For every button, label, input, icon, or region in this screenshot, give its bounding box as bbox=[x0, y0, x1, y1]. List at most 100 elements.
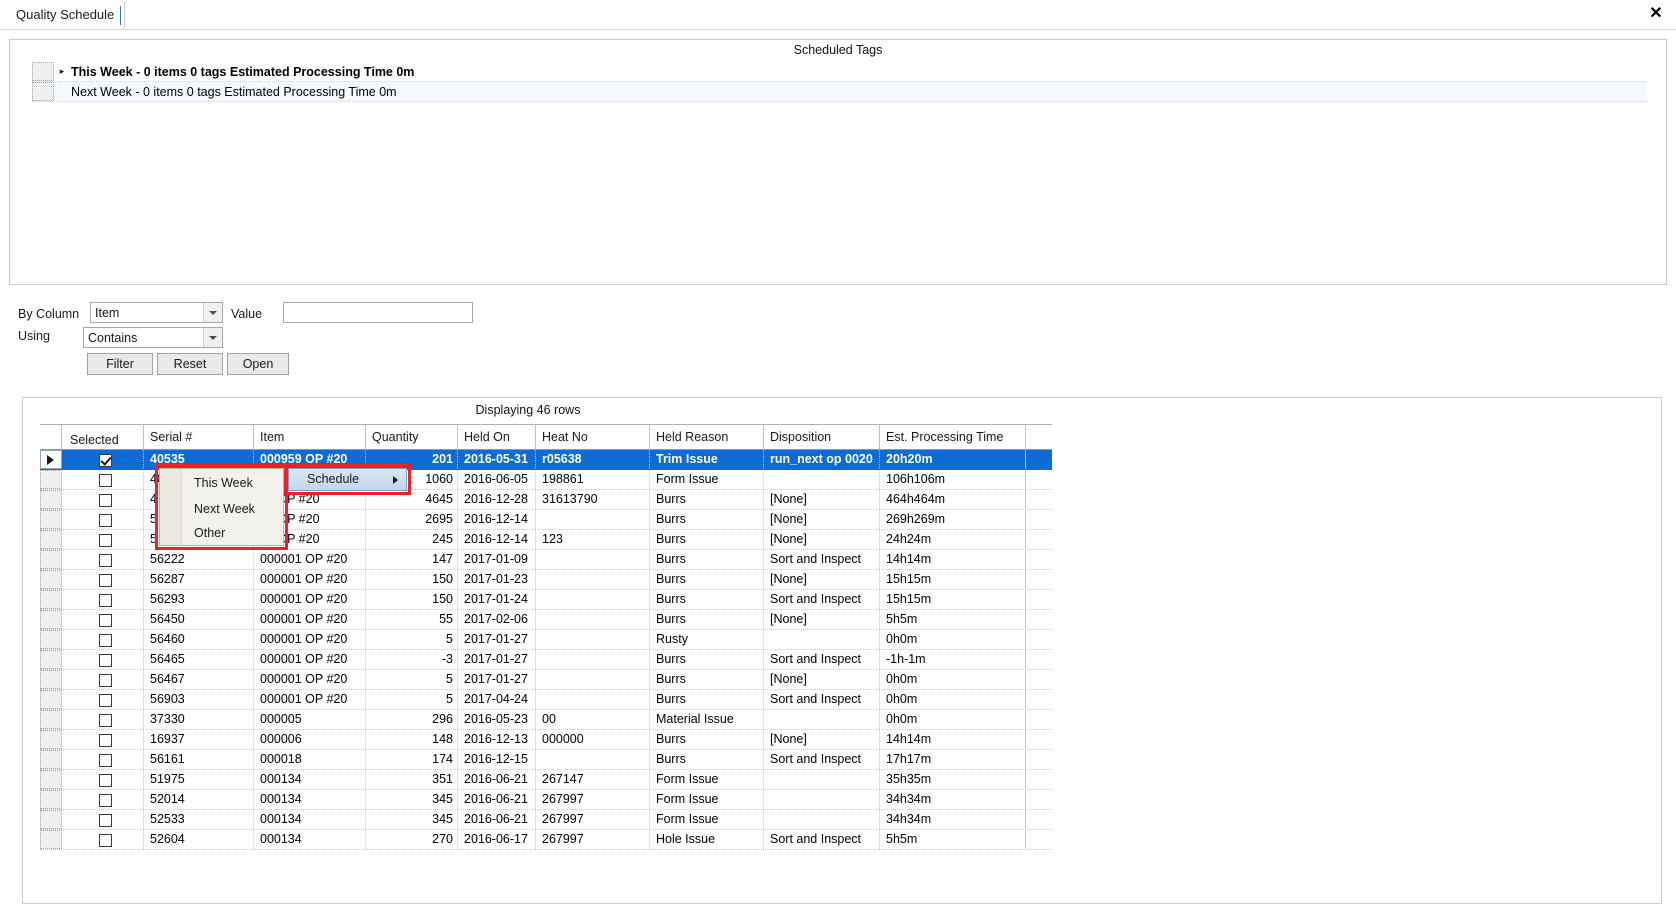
cell-heat-no[interactable] bbox=[536, 510, 650, 529]
cell-item[interactable]: 000001 OP #20 bbox=[254, 610, 366, 629]
cell-est-processing-time[interactable]: 24h24m bbox=[880, 530, 1026, 549]
cell-held-on[interactable]: 2016-12-14 bbox=[458, 530, 536, 549]
submenu-item-other[interactable]: Other bbox=[182, 520, 283, 546]
cell-disposition[interactable]: Sort and Inspect bbox=[764, 650, 880, 669]
table-row[interactable]: 56287 000001 OP #20 150 2017-01-23 Burrs [Non… bbox=[40, 570, 1052, 590]
row-header-cell[interactable] bbox=[40, 510, 62, 529]
cell-selected[interactable] bbox=[62, 530, 144, 549]
cell-heat-no[interactable]: r05638 bbox=[536, 450, 650, 469]
using-select[interactable]: Contains bbox=[83, 327, 223, 348]
row-header-cell[interactable] bbox=[40, 670, 62, 689]
cell-selected[interactable] bbox=[62, 490, 144, 509]
cell-held-on[interactable]: 2017-01-24 bbox=[458, 590, 536, 609]
row-header-cell[interactable] bbox=[40, 790, 62, 809]
cell-held-reason[interactable]: Burrs bbox=[650, 610, 764, 629]
cell-serial[interactable]: 52533 bbox=[144, 810, 254, 829]
cell-est-processing-time[interactable]: 0h0m bbox=[880, 710, 1026, 729]
cell-held-reason[interactable]: Burrs bbox=[650, 590, 764, 609]
cell-quantity[interactable]: 201 bbox=[366, 450, 458, 469]
cell-disposition[interactable] bbox=[764, 790, 880, 809]
cell-heat-no[interactable]: 123 bbox=[536, 530, 650, 549]
cell-quantity[interactable]: 5 bbox=[366, 690, 458, 709]
cell-disposition[interactable] bbox=[764, 710, 880, 729]
cell-held-reason[interactable]: Material Issue bbox=[650, 710, 764, 729]
cell-item[interactable]: 000001 OP #20 bbox=[254, 630, 366, 649]
row-checkbox[interactable] bbox=[99, 714, 112, 727]
cell-held-on[interactable]: 2017-01-27 bbox=[458, 670, 536, 689]
cell-item[interactable]: 000134 bbox=[254, 830, 366, 849]
cell-held-on[interactable]: 2016-12-15 bbox=[458, 750, 536, 769]
cell-est-processing-time[interactable]: 17h17m bbox=[880, 750, 1026, 769]
row-header-cell[interactable] bbox=[32, 62, 54, 81]
column-header-selected[interactable]: Selected bbox=[62, 425, 144, 449]
cell-serial[interactable]: 56465 bbox=[144, 650, 254, 669]
cell-heat-no[interactable]: 267997 bbox=[536, 810, 650, 829]
cell-serial[interactable]: 56222 bbox=[144, 550, 254, 569]
cell-quantity[interactable]: 148 bbox=[366, 730, 458, 749]
cell-disposition[interactable]: [None] bbox=[764, 490, 880, 509]
cell-heat-no[interactable] bbox=[536, 610, 650, 629]
cell-held-on[interactable]: 2016-06-05 bbox=[458, 470, 536, 489]
cell-held-on[interactable]: 2016-06-21 bbox=[458, 770, 536, 789]
row-header-cell[interactable] bbox=[40, 730, 62, 749]
cell-held-on[interactable]: 2017-01-23 bbox=[458, 570, 536, 589]
row-header-cell[interactable] bbox=[32, 82, 54, 101]
cell-held-on[interactable]: 2016-06-17 bbox=[458, 830, 536, 849]
cell-serial[interactable]: 16937 bbox=[144, 730, 254, 749]
cell-serial[interactable]: 56467 bbox=[144, 670, 254, 689]
cell-disposition[interactable]: [None] bbox=[764, 670, 880, 689]
cell-heat-no[interactable] bbox=[536, 590, 650, 609]
cell-heat-no[interactable]: 267997 bbox=[536, 790, 650, 809]
tab-quality-schedule[interactable]: Quality Schedule bbox=[8, 2, 126, 28]
cell-heat-no[interactable] bbox=[536, 750, 650, 769]
cell-held-reason[interactable]: Rusty bbox=[650, 630, 764, 649]
cell-est-processing-time[interactable]: 106h106m bbox=[880, 470, 1026, 489]
table-row[interactable]: 56293 000001 OP #20 150 2017-01-24 Burrs Sort… bbox=[40, 590, 1052, 610]
cell-item[interactable]: 000001 OP #20 bbox=[254, 570, 366, 589]
cell-selected[interactable] bbox=[62, 570, 144, 589]
cell-est-processing-time[interactable]: 464h464m bbox=[880, 490, 1026, 509]
column-header-item[interactable]: Item bbox=[254, 425, 366, 449]
cell-held-reason[interactable]: Form Issue bbox=[650, 770, 764, 789]
cell-est-processing-time[interactable]: 0h0m bbox=[880, 690, 1026, 709]
row-checkbox[interactable] bbox=[99, 834, 112, 847]
cell-held-reason[interactable]: Hole Issue bbox=[650, 830, 764, 849]
table-row[interactable]: 56460 000001 OP #20 5 2017-01-27 Rusty 0h0m bbox=[40, 630, 1052, 650]
cell-held-reason[interactable]: Burrs bbox=[650, 530, 764, 549]
row-header-cell[interactable] bbox=[40, 690, 62, 709]
value-input[interactable] bbox=[283, 302, 473, 323]
cell-quantity[interactable]: 150 bbox=[366, 570, 458, 589]
cell-quantity[interactable]: 150 bbox=[366, 590, 458, 609]
cell-held-on[interactable]: 2017-01-09 bbox=[458, 550, 536, 569]
row-checkbox[interactable] bbox=[99, 654, 112, 667]
cell-quantity[interactable]: -3 bbox=[366, 650, 458, 669]
cell-quantity[interactable]: 345 bbox=[366, 790, 458, 809]
cell-heat-no[interactable]: 000000 bbox=[536, 730, 650, 749]
cell-quantity[interactable]: 345 bbox=[366, 810, 458, 829]
cell-heat-no[interactable] bbox=[536, 690, 650, 709]
cell-item[interactable]: 000005 bbox=[254, 710, 366, 729]
cell-selected[interactable] bbox=[62, 650, 144, 669]
cell-item[interactable]: 000134 bbox=[254, 770, 366, 789]
submenu-item-this-week[interactable]: This Week bbox=[182, 470, 283, 496]
cell-item[interactable]: 000006 bbox=[254, 730, 366, 749]
cell-serial[interactable]: 52604 bbox=[144, 830, 254, 849]
cell-selected[interactable] bbox=[62, 630, 144, 649]
cell-est-processing-time[interactable]: 5h5m bbox=[880, 610, 1026, 629]
cell-item[interactable]: 000018 bbox=[254, 750, 366, 769]
cell-quantity[interactable]: 147 bbox=[366, 550, 458, 569]
table-row[interactable]: 37330 000005 296 2016-05-23 00 Material Issue… bbox=[40, 710, 1052, 730]
cell-heat-no[interactable]: 198861 bbox=[536, 470, 650, 489]
row-checkbox[interactable] bbox=[99, 514, 112, 527]
row-header-cell[interactable] bbox=[40, 810, 62, 829]
cell-disposition[interactable]: [None] bbox=[764, 530, 880, 549]
cell-selected[interactable] bbox=[62, 770, 144, 789]
table-row[interactable]: 40535 000959 OP #20 201 2016-05-31 r05638 Tri… bbox=[40, 450, 1052, 470]
cell-disposition[interactable]: Sort and Inspect bbox=[764, 550, 880, 569]
column-header-est-processing-time[interactable]: Est. Processing Time bbox=[880, 425, 1026, 449]
cell-held-on[interactable]: 2016-05-23 bbox=[458, 710, 536, 729]
cell-item[interactable]: 000001 OP #20 bbox=[254, 670, 366, 689]
table-row[interactable]: 56903 000001 OP #20 5 2017-04-24 Burrs Sort a… bbox=[40, 690, 1052, 710]
cell-disposition[interactable]: Sort and Inspect bbox=[764, 830, 880, 849]
row-checkbox[interactable] bbox=[99, 574, 112, 587]
